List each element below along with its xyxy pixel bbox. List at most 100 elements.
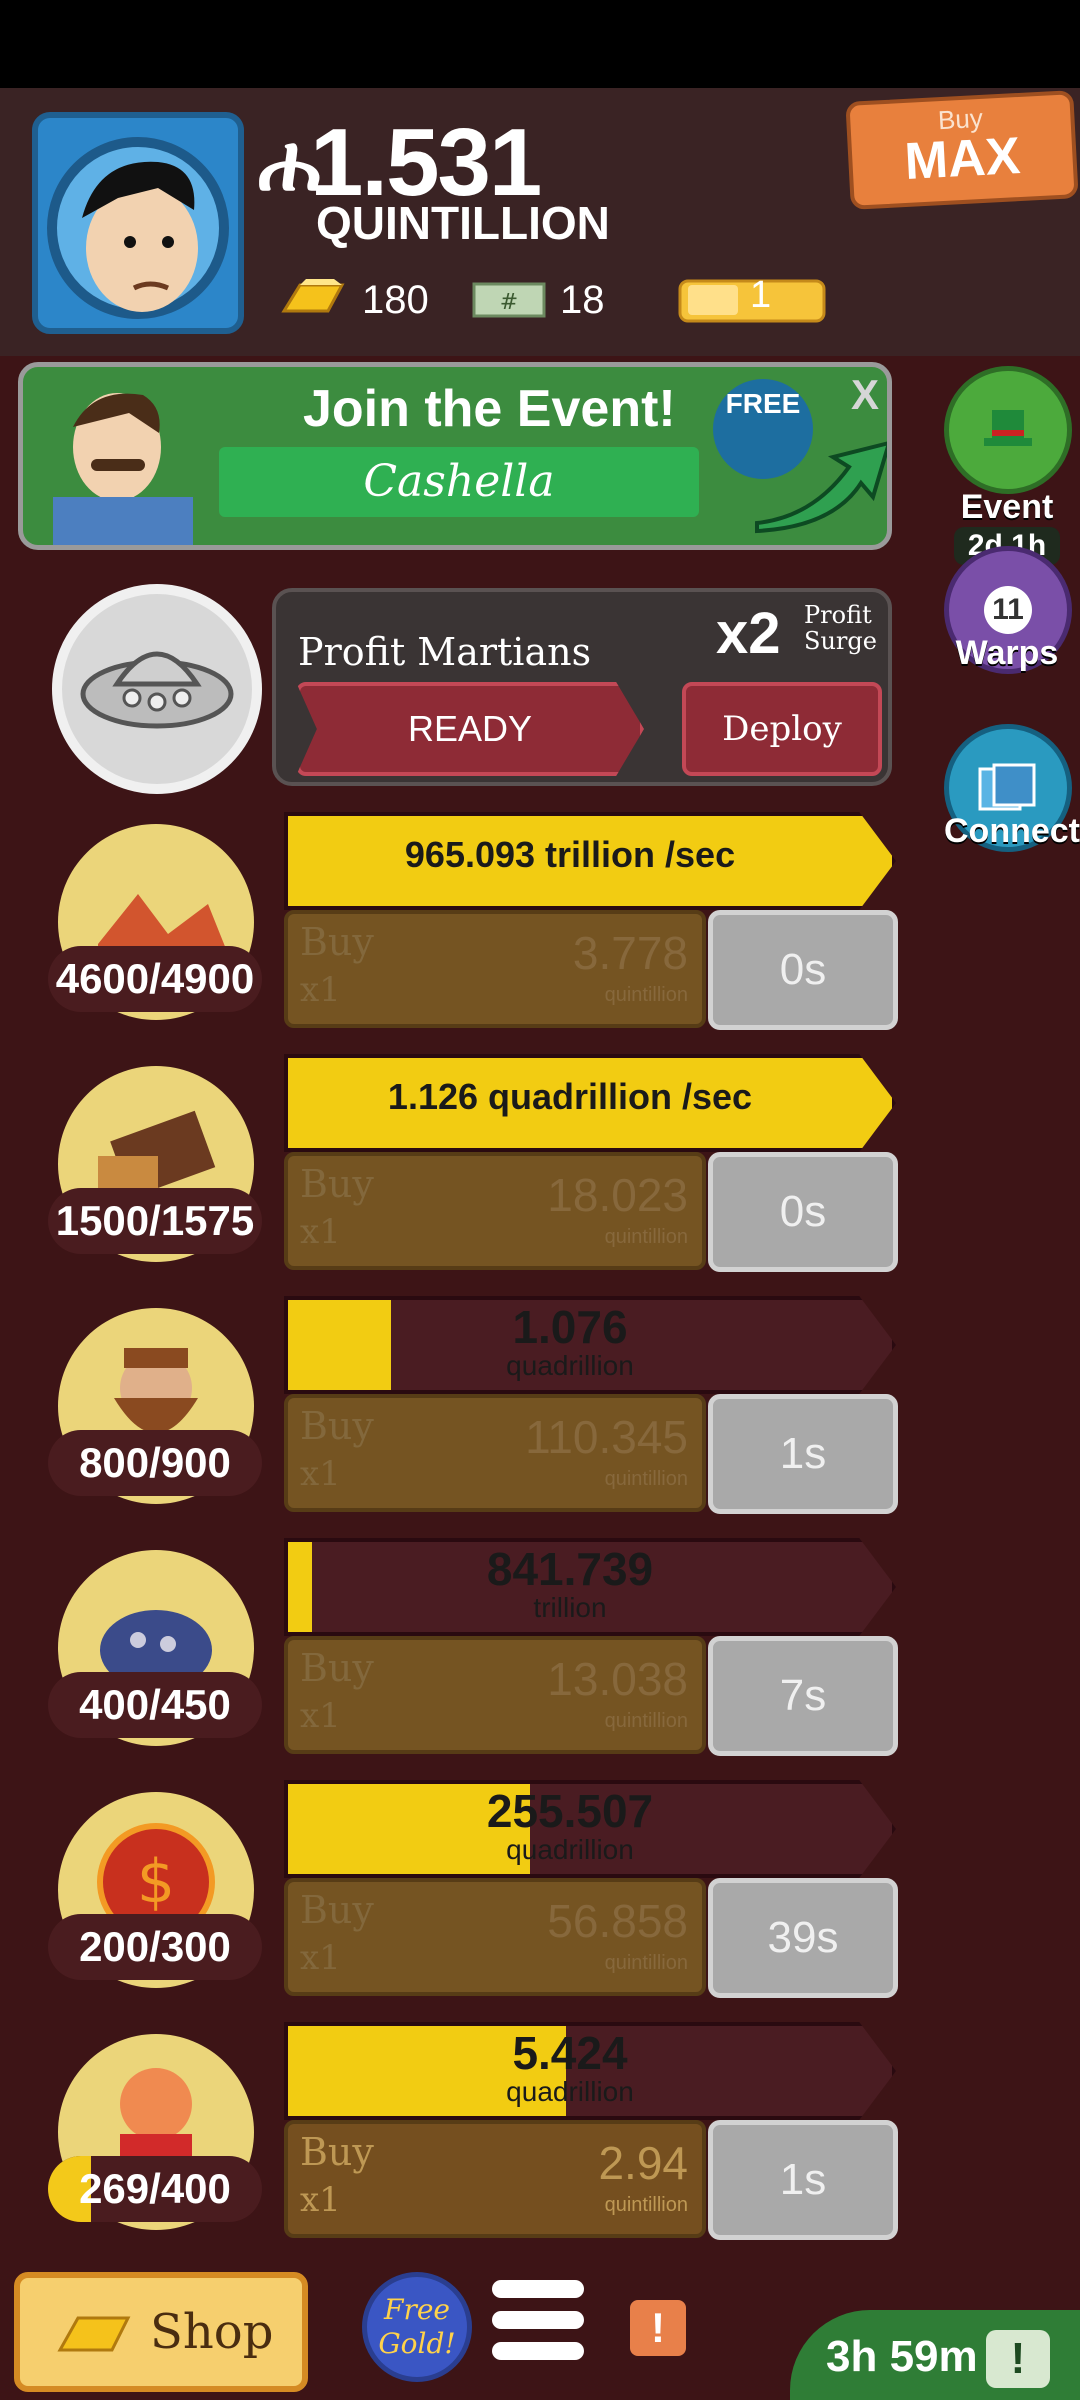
- ready-button[interactable]: READY: [296, 682, 644, 776]
- megabuck-bill-icon: #: [472, 282, 546, 318]
- buy-label: Buy: [300, 1162, 374, 1206]
- event-name: Cashella: [219, 447, 699, 517]
- production-value: 1.076: [512, 1301, 628, 1353]
- alert-button[interactable]: !: [630, 2300, 686, 2356]
- money-unit: QUINTILLION: [316, 197, 610, 249]
- buy-label: Buy: [300, 1646, 374, 1690]
- production-value: 5.424: [512, 2027, 628, 2079]
- buy-max-big-label: MAX: [903, 127, 1022, 191]
- event-banner[interactable]: Join the Event! Cashella FREE X: [18, 362, 892, 550]
- warps-side-button[interactable]: 11 Warps: [944, 546, 1072, 674]
- megabucks-count: 18: [560, 277, 605, 322]
- production-progress[interactable]: 1.076 quadrillion: [284, 1296, 896, 1394]
- production-progress[interactable]: 1.126 quadrillion /sec: [284, 1054, 896, 1152]
- buy-button[interactable]: Buy x1 3.778 quintillion: [284, 910, 706, 1028]
- manager-title: Profit Martians: [298, 630, 592, 674]
- owned-count: 400/450: [48, 1672, 262, 1738]
- event-side-button[interactable]: Event 2d 1h: [944, 366, 1072, 565]
- gold-bar-icon: [57, 2316, 131, 2352]
- free-gold-button[interactable]: Free Gold!: [362, 2272, 472, 2382]
- owned-count-label: 800/900: [79, 1439, 231, 1486]
- owned-count-label: 4600/4900: [55, 955, 255, 1002]
- buy-price: 3.778: [572, 927, 688, 979]
- menu-icon-bar: [492, 2342, 584, 2360]
- production-progress[interactable]: 841.739 trillion: [284, 1538, 896, 1636]
- owned-count: 200/300: [48, 1914, 262, 1980]
- production-unit: quadrillion: [506, 1350, 634, 1381]
- production-timer: 7s: [708, 1636, 898, 1756]
- tv-timer-button[interactable]: 3h 59m !: [790, 2310, 1080, 2400]
- buy-price-unit: quintillion: [604, 1226, 688, 1248]
- gold-bar-icon: [281, 279, 345, 313]
- owned-count-label: 200/300: [79, 1923, 231, 1970]
- owned-count-label: 269/400: [79, 2165, 231, 2212]
- warps-count: 11: [984, 586, 1032, 634]
- buy-price-unit: quintillion: [604, 1468, 688, 1490]
- player-avatar[interactable]: [32, 112, 244, 334]
- production-progress[interactable]: 965.093 trillion /sec: [284, 812, 896, 910]
- status-bar: [0, 0, 1080, 88]
- tickets-counter[interactable]: 1: [676, 272, 830, 328]
- business-row: 800/900 1.076 quadrillion Buy x1 110.345…: [0, 1296, 900, 1516]
- connect-side-label: Connect: [944, 812, 1080, 850]
- buy-price: 56.858: [547, 1895, 688, 1947]
- deploy-button[interactable]: Deploy: [682, 682, 882, 776]
- gold-counter[interactable]: 180: [278, 272, 429, 328]
- event-free-label: FREE: [725, 388, 801, 419]
- buy-label: Buy: [300, 1888, 374, 1932]
- shop-button[interactable]: Shop: [14, 2272, 308, 2392]
- event-arrow-icon: [755, 441, 887, 534]
- production-value: 841.739: [486, 1543, 654, 1595]
- owned-count: 4600/4900: [48, 946, 262, 1012]
- buy-price-unit: quintillion: [604, 984, 688, 1006]
- production-timer: 0s: [708, 910, 898, 1030]
- production-unit: trillion: [533, 1592, 607, 1623]
- buy-max-button[interactable]: Buy MAX: [845, 90, 1079, 210]
- owned-count: 269/400: [48, 2156, 262, 2222]
- owned-count: 800/900: [48, 1430, 262, 1496]
- buy-label: Buy: [300, 920, 374, 964]
- production-progress[interactable]: 5.424 quadrillion: [284, 2022, 896, 2120]
- manager-multiplier: x2: [716, 601, 781, 666]
- production-value: 255.507: [486, 1785, 654, 1837]
- tv-timer-label: 3h 59m: [826, 2332, 978, 2381]
- bottom-bar: Shop Free Gold! ! 3h 59m !: [0, 2250, 1080, 2400]
- buy-button[interactable]: Buy x1 2.94 quintillion: [284, 2120, 706, 2238]
- manager-surge-label: Profit Surge: [804, 602, 877, 654]
- buy-quantity: x1: [300, 970, 341, 1010]
- business-row: 269/400 5.424 quadrillion Buy x1 2.94 qu…: [0, 2022, 900, 2242]
- production-progress[interactable]: 255.507 quadrillion: [284, 1780, 896, 1878]
- production-unit: quadrillion: [506, 1834, 634, 1865]
- manager-portrait[interactable]: [52, 584, 262, 794]
- buy-price: 2.94: [598, 2137, 688, 2189]
- menu-button[interactable]: [492, 2280, 584, 2376]
- buy-button[interactable]: Buy x1 13.038 quintillion: [284, 1636, 706, 1754]
- business-row: 400/450 841.739 trillion Buy x1 13.038 q…: [0, 1538, 900, 1758]
- buy-quantity: x1: [300, 1212, 341, 1252]
- buy-button[interactable]: Buy x1 110.345 quintillion: [284, 1394, 706, 1512]
- surge-line-1: Profit: [804, 601, 872, 629]
- event-hat-icon: [944, 366, 1072, 494]
- megabucks-counter[interactable]: # 18: [472, 272, 605, 328]
- buy-price: 110.345: [525, 1411, 688, 1463]
- buy-quantity: x1: [300, 1696, 341, 1736]
- connect-side-button[interactable]: Connect: [944, 724, 1080, 852]
- buy-button[interactable]: Buy x1 56.858 quintillion: [284, 1878, 706, 1996]
- event-host-portrait: [53, 393, 193, 545]
- production-unit: quadrillion: [506, 2076, 634, 2107]
- buy-quantity: x1: [300, 1938, 341, 1978]
- production-rate: 1.126 quadrillion /sec: [387, 1076, 753, 1117]
- event-title: Join the Event!: [303, 380, 676, 438]
- buy-price-unit: quintillion: [604, 1710, 688, 1732]
- owned-count-label: 1500/1575: [55, 1197, 255, 1244]
- event-close-button[interactable]: X: [851, 371, 879, 419]
- event-side-label: Event: [960, 488, 1054, 526]
- buy-price: 13.038: [547, 1653, 688, 1705]
- tv-icon: !: [986, 2330, 1050, 2388]
- production-timer: 1s: [708, 1394, 898, 1514]
- menu-icon-bar: [492, 2311, 584, 2329]
- buy-button[interactable]: Buy x1 18.023 quintillion: [284, 1152, 706, 1270]
- buy-price: 18.023: [547, 1169, 688, 1221]
- tickets-count: 1: [750, 274, 772, 316]
- manager-panel: Profit Martians x2 Profit Surge READY De…: [272, 588, 892, 786]
